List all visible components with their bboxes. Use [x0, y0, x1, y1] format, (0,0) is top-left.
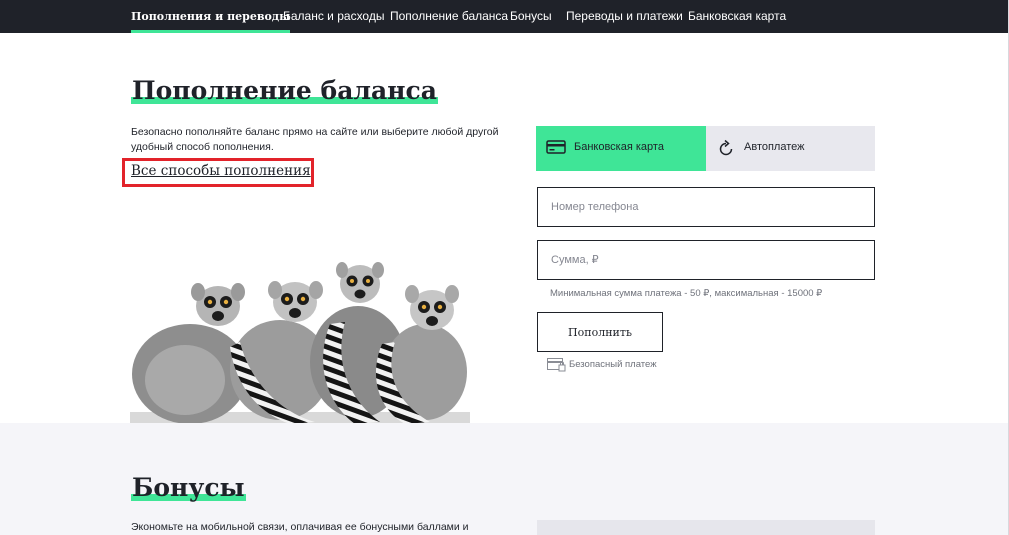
hero-description: Безопасно пополняйте баланс прямо на сай…	[131, 126, 499, 153]
nav-item-bonuses[interactable]: Бонусы	[510, 0, 552, 33]
refresh-icon	[716, 139, 736, 162]
lemurs-illustration	[130, 262, 470, 424]
nav-item-balance-and-expenses[interactable]: Баланс и расходы	[283, 0, 384, 33]
amount-input[interactable]	[537, 240, 875, 280]
nav-item-top-ups-and-transfers[interactable]: Пополнения и переводы	[131, 0, 291, 33]
top-up-button[interactable]: Пополнить	[537, 312, 663, 352]
tab-bank-card[interactable]: Банковская карта	[536, 126, 706, 171]
tab-autopay[interactable]: Автоплатеж	[706, 126, 875, 171]
bonus-card	[537, 520, 875, 535]
credit-card-icon	[546, 139, 566, 158]
nav-item-transfers-and-payments[interactable]: Переводы и платежи	[566, 0, 683, 33]
bonus-description: Экономьте на мобильной связи, оплачивая …	[131, 521, 469, 533]
top-nav: Пополнения и переводы Баланс и расходы П…	[0, 0, 1008, 33]
page-title: Пополнение баланса	[131, 76, 438, 105]
tab-autopay-label: Автоплатеж	[744, 141, 805, 153]
secure-payment-label: Безопасный платеж	[569, 359, 657, 370]
page: Пополнения и переводы Баланс и расходы П…	[0, 0, 1009, 535]
bonus-title: Бонусы	[131, 473, 246, 502]
secure-card-icon	[547, 358, 566, 375]
nav-item-balance-top-up[interactable]: Пополнение баланса	[390, 0, 508, 33]
amount-hint: Минимальная сумма платежа - 50 ₽, максим…	[550, 288, 823, 299]
all-top-up-methods-link[interactable]: Все способы пополнения	[131, 163, 311, 179]
phone-number-input[interactable]	[537, 187, 875, 227]
nav-item-bank-card[interactable]: Банковская карта	[688, 0, 786, 33]
tab-bank-card-label: Банковская карта	[574, 141, 664, 153]
